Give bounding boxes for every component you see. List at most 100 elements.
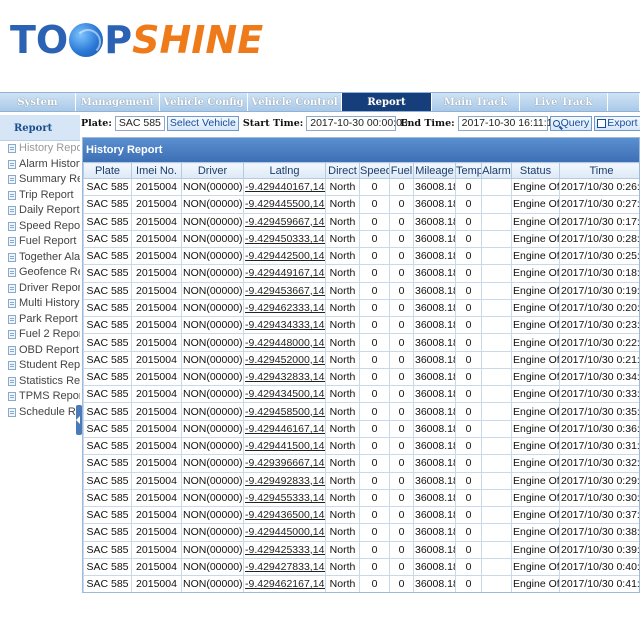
- latlng-link[interactable]: -9.429462167,147.17: [243, 575, 326, 592]
- export-button[interactable]: Export: [594, 115, 640, 131]
- latlng-link[interactable]: -9.429441500,147.17: [243, 436, 326, 456]
- table-cell: 0: [359, 419, 390, 438]
- tab-management[interactable]: Management: [76, 93, 160, 111]
- table-cell: [481, 557, 512, 577]
- latlng-link[interactable]: -9.429449167,147.17: [243, 264, 326, 283]
- table-cell: 0: [359, 367, 390, 387]
- sidebar-item-label: Driver Report: [19, 281, 80, 294]
- table-cell: 36008.18: [413, 281, 456, 300]
- column-header-temp[interactable]: Temp: [455, 162, 482, 179]
- tab-vehicle-config[interactable]: Vehicle Config: [160, 93, 248, 111]
- sidebar-item-driver-report[interactable]: Driver Report: [0, 281, 80, 297]
- latlng-link[interactable]: -9.429458500,147.17: [243, 402, 326, 421]
- tab-vehicle-control[interactable]: Vehicle Control: [248, 93, 342, 111]
- table-row: SAC 5852015004NON(00000)-9.429462333,147…: [83, 298, 639, 318]
- table-cell: 0: [455, 195, 482, 214]
- column-header-driver[interactable]: Driver: [181, 162, 244, 179]
- table-cell: 2017/10/30 0:29:57: [559, 471, 639, 490]
- sidebar-item-schedule-report[interactable]: Schedule Report: [0, 405, 80, 421]
- latlng-link[interactable]: -9.429455333,147.17: [243, 488, 326, 508]
- column-header-imei-no[interactable]: Imei No.: [131, 162, 182, 179]
- column-header-status[interactable]: Status: [511, 162, 560, 179]
- table-row: SAC 5852015004NON(00000)-9.429442500,147…: [83, 247, 639, 266]
- table-cell: North: [325, 540, 360, 559]
- start-time-input[interactable]: 2017-10-30 00:00:00: [306, 115, 408, 131]
- table-cell: 0: [455, 454, 482, 473]
- sidebar-item-fuel-report[interactable]: Fuel Report: [0, 234, 80, 250]
- latlng-link[interactable]: -9.429462333,147.17: [243, 298, 326, 318]
- filter-bar: Plate: SAC 585 Select Vehicle Start Time…: [80, 113, 640, 133]
- sidebar-item-geofence-report[interactable]: Geofence Report: [0, 265, 80, 281]
- table-cell: 0: [389, 523, 414, 542]
- latlng-link[interactable]: -9.429425333,147.17: [243, 540, 326, 559]
- latlng-link[interactable]: -9.429436500,147.17: [243, 506, 326, 525]
- table-row: SAC 5852015004NON(00000)-9.429441500,147…: [83, 436, 639, 456]
- table-cell: 36008.18: [413, 419, 456, 438]
- latlng-link[interactable]: -9.429452000,147.17: [243, 350, 326, 369]
- table-cell: Engine Off;: [511, 177, 560, 197]
- query-button[interactable]: Query: [549, 115, 593, 131]
- latlng-link[interactable]: -9.429440167,147.17: [243, 177, 326, 197]
- sidebar-item-speed-report[interactable]: Speed Report: [0, 219, 80, 235]
- sidebar-item-statistics-report[interactable]: Statistics Report: [0, 374, 80, 390]
- column-header-time[interactable]: Time: [559, 162, 639, 179]
- report-doc-icon: [8, 144, 16, 154]
- sidebar-item-daily-report[interactable]: Daily Report: [0, 203, 80, 219]
- sidebar-item-together-alarm[interactable]: Together Alarm: [0, 250, 80, 266]
- tab-report[interactable]: Report: [342, 93, 432, 111]
- report-doc-icon: [8, 221, 16, 231]
- table-cell: Engine Off;: [511, 316, 560, 335]
- column-header-mileage[interactable]: Mileage: [413, 162, 456, 179]
- panel-title: History Report: [83, 138, 639, 162]
- table-row: SAC 5852015004NON(00000)-9.429396667,147…: [83, 454, 639, 473]
- sidebar-item-park-report[interactable]: Park Report: [0, 312, 80, 328]
- column-header-alarm[interactable]: Alarm: [481, 162, 512, 179]
- latlng-link[interactable]: -9.429434500,147.17: [243, 385, 326, 404]
- table-cell: Engine Off;: [511, 575, 560, 592]
- sidebar-item-fuel-2-report[interactable]: Fuel 2 Report: [0, 327, 80, 343]
- latlng-link[interactable]: -9.429445500,147.17: [243, 195, 326, 214]
- table-cell: 0: [455, 350, 482, 369]
- latlng-link[interactable]: -9.429450333,147.17: [243, 229, 326, 249]
- latlng-link[interactable]: -9.429453667,147.17: [243, 281, 326, 300]
- latlng-link[interactable]: -9.429396667,147.17: [243, 454, 326, 473]
- column-header-latlng[interactable]: Latlng: [243, 162, 326, 179]
- table-cell: SAC 585: [83, 350, 132, 369]
- sidebar-item-trip-report[interactable]: Trip Report: [0, 188, 80, 204]
- sidebar-item-alarm-history[interactable]: Alarm History: [0, 157, 80, 173]
- latlng-link[interactable]: -9.429434333,147.17: [243, 316, 326, 335]
- latlng-link[interactable]: -9.429432833,147.17: [243, 367, 326, 387]
- table-cell: 0: [359, 385, 390, 404]
- column-header-plate[interactable]: Plate: [83, 162, 132, 179]
- table-cell: NON(00000): [181, 436, 244, 456]
- table-row: SAC 5852015004NON(00000)-9.429427833,147…: [83, 557, 639, 577]
- table-cell: 2017/10/30 0:20:57: [559, 298, 639, 318]
- latlng-link[interactable]: -9.429427833,147.17: [243, 557, 326, 577]
- table-cell: SAC 585: [83, 212, 132, 231]
- sidebar-item-multi-history-report[interactable]: Multi History Report: [0, 296, 80, 312]
- plate-input[interactable]: SAC 585: [114, 115, 165, 131]
- tab-main-track[interactable]: Main Track: [432, 93, 520, 111]
- column-header-fuel[interactable]: Fuel: [389, 162, 414, 179]
- sidebar-item-student-report[interactable]: Student Report: [0, 358, 80, 374]
- end-time-input[interactable]: 2017-10-30 16:11:16: [457, 115, 558, 131]
- sidebar-item-label: OBD Report: [19, 343, 79, 356]
- latlng-link[interactable]: -9.429442500,147.17: [243, 247, 326, 266]
- tab-live-track[interactable]: Live Track: [520, 93, 608, 111]
- select-vehicle-button[interactable]: Select Vehicle: [166, 115, 239, 131]
- latlng-link[interactable]: -9.429446167,147.17: [243, 419, 326, 438]
- latlng-link[interactable]: -9.429445000,147.17: [243, 523, 326, 542]
- tab-system[interactable]: System: [0, 93, 76, 111]
- sidebar-item-history-report[interactable]: History Report: [0, 141, 80, 157]
- table-cell: 0: [359, 402, 390, 421]
- column-header-direct[interactable]: Direct: [325, 162, 360, 179]
- sidebar-item-tpms-report[interactable]: TPMS Report: [0, 389, 80, 405]
- column-header-speed[interactable]: Speed: [359, 162, 390, 179]
- sidebar-item-summary-report[interactable]: Summary Report: [0, 172, 80, 188]
- latlng-link[interactable]: -9.429459667,147.17: [243, 212, 326, 231]
- latlng-link[interactable]: -9.429492833,147.17: [243, 471, 326, 490]
- table-cell: 0: [359, 471, 390, 490]
- table-cell: North: [325, 177, 360, 197]
- latlng-link[interactable]: -9.429448000,147.17: [243, 333, 326, 352]
- sidebar-item-obd-report[interactable]: OBD Report: [0, 343, 80, 359]
